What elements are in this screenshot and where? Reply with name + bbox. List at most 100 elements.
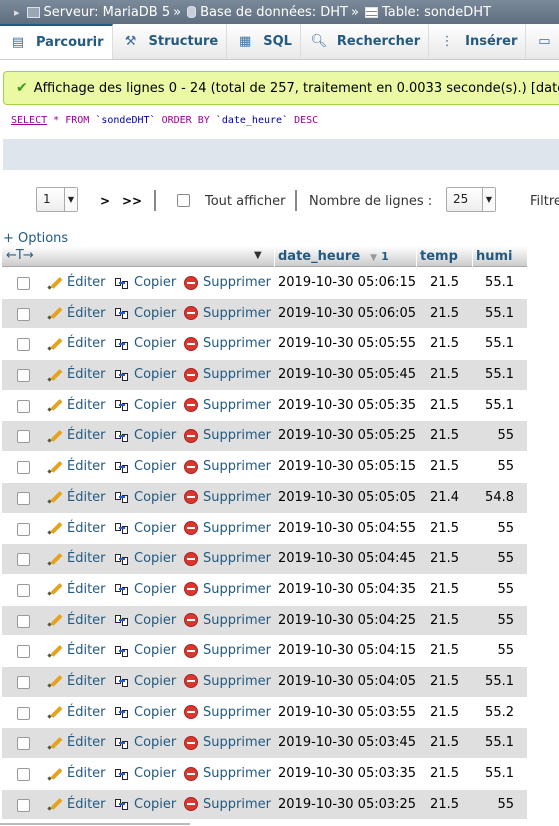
cell-humi[interactable]: 55 <box>475 428 514 443</box>
edit-button[interactable]: Éditer <box>47 459 106 474</box>
cell-date-heure[interactable]: 2019-10-30 05:05:25 <box>278 428 416 443</box>
table-row[interactable]: Éditer Copier Supprimer 2019-10-30 05:04:05… <box>2 666 527 698</box>
edit-button[interactable]: Éditer <box>47 275 106 290</box>
copy-button[interactable]: Copier <box>114 336 176 351</box>
table-row[interactable]: Éditer Copier Supprimer 2019-10-30 05:04:55… <box>2 513 527 545</box>
edit-button[interactable]: Éditer <box>47 551 106 566</box>
table-row[interactable]: Éditer Copier Supprimer 2019-10-30 05:05:25… <box>2 421 527 453</box>
delete-button[interactable]: Supprimer <box>184 766 271 781</box>
edit-button[interactable]: Éditer <box>47 613 106 628</box>
cell-date-heure[interactable]: 2019-10-30 05:05:05 <box>278 490 416 505</box>
cell-humi[interactable]: 55 <box>475 582 514 597</box>
cell-temp[interactable]: 21.5 <box>417 797 459 812</box>
table-row[interactable]: Éditer Copier Supprimer 2019-10-30 05:04:35… <box>2 574 527 606</box>
cell-temp[interactable]: 21.5 <box>417 306 459 321</box>
cell-date-heure[interactable]: 2019-10-30 05:04:15 <box>278 643 416 658</box>
delete-button[interactable]: Supprimer <box>184 367 271 382</box>
row-checkbox[interactable] <box>17 430 30 444</box>
cell-date-heure[interactable]: 2019-10-30 05:03:45 <box>278 735 416 750</box>
cell-humi[interactable]: 55.1 <box>475 735 514 750</box>
cell-humi[interactable]: 55.1 <box>475 367 514 382</box>
row-checkbox[interactable] <box>17 522 30 536</box>
delete-button[interactable]: Supprimer <box>184 275 271 290</box>
table-row[interactable]: Éditer Copier Supprimer 2019-10-30 05:05:15… <box>2 452 527 483</box>
edit-button[interactable]: Éditer <box>47 766 106 781</box>
cell-temp[interactable]: 21.5 <box>417 643 459 658</box>
cell-temp[interactable]: 21.4 <box>417 490 459 505</box>
sql-keyword-select[interactable]: SELECT <box>11 115 47 126</box>
cell-humi[interactable]: 55 <box>475 521 514 536</box>
cell-date-heure[interactable]: 2019-10-30 05:05:35 <box>278 398 416 413</box>
cell-date-heure[interactable]: 2019-10-30 05:03:35 <box>278 766 416 781</box>
tab-search[interactable]: 🔍︎ Rechercher <box>300 24 430 59</box>
edit-button[interactable]: Éditer <box>47 398 106 413</box>
copy-button[interactable]: Copier <box>114 705 176 720</box>
copy-button[interactable]: Copier <box>114 428 176 443</box>
table-row[interactable]: Éditer Copier Supprimer 2019-10-30 05:06:15… <box>2 268 527 299</box>
cell-date-heure[interactable]: 2019-10-30 05:04:05 <box>278 674 416 689</box>
cell-date-heure[interactable]: 2019-10-30 05:04:35 <box>278 582 416 597</box>
edit-button[interactable]: Éditer <box>47 735 106 750</box>
edit-button[interactable]: Éditer <box>47 582 106 597</box>
tab-browse[interactable]: ▤ Parcourir <box>0 24 113 59</box>
column-menu-arrow-icon[interactable]: ▼ <box>254 250 262 261</box>
column-header-date-heure[interactable]: date_heure ▼ 1 <box>278 246 389 267</box>
cell-humi[interactable]: 55.1 <box>475 336 514 351</box>
row-checkbox[interactable] <box>17 614 30 628</box>
cell-temp[interactable]: 21.5 <box>417 275 459 290</box>
edit-button[interactable]: Éditer <box>47 797 106 812</box>
cell-humi[interactable]: 55 <box>475 643 514 658</box>
delete-button[interactable]: Supprimer <box>184 674 271 689</box>
cell-date-heure[interactable]: 2019-10-30 05:05:15 <box>278 459 416 474</box>
cell-humi[interactable]: 55.1 <box>475 275 514 290</box>
copy-button[interactable]: Copier <box>114 735 176 750</box>
row-checkbox[interactable] <box>17 768 30 781</box>
copy-button[interactable]: Copier <box>114 613 176 628</box>
table-row[interactable]: Éditer Copier Supprimer 2019-10-30 05:04:25… <box>2 605 527 637</box>
table-row[interactable]: Éditer Copier Supprimer 2019-10-30 05:03:35… <box>2 759 527 790</box>
cell-temp[interactable]: 21.5 <box>417 551 459 566</box>
row-checkbox[interactable] <box>17 553 30 567</box>
edit-button[interactable]: Éditer <box>47 674 106 689</box>
table-row[interactable]: Éditer Copier Supprimer 2019-10-30 05:05:35… <box>2 390 527 422</box>
table-row[interactable]: Éditer Copier Supprimer 2019-10-30 05:05:55… <box>2 329 527 361</box>
delete-button[interactable]: Supprimer <box>184 398 271 413</box>
cell-humi[interactable]: 55 <box>475 797 514 812</box>
show-all-checkbox[interactable] <box>177 194 190 207</box>
copy-button[interactable]: Copier <box>114 459 176 474</box>
edit-button[interactable]: Éditer <box>47 367 106 382</box>
cell-date-heure[interactable]: 2019-10-30 05:04:55 <box>278 521 416 536</box>
row-checkbox[interactable] <box>17 798 30 812</box>
edit-button[interactable]: Éditer <box>47 306 106 321</box>
copy-button[interactable]: Copier <box>114 797 176 812</box>
delete-button[interactable]: Supprimer <box>184 705 271 720</box>
cell-date-heure[interactable]: 2019-10-30 05:06:15 <box>278 275 416 290</box>
options-link[interactable]: + Options <box>3 231 68 246</box>
cell-date-heure[interactable]: 2019-10-30 05:03:25 <box>278 797 416 812</box>
cell-temp[interactable]: 21.5 <box>417 674 459 689</box>
row-checkbox[interactable] <box>17 277 30 290</box>
delete-button[interactable]: Supprimer <box>184 336 271 351</box>
copy-button[interactable]: Copier <box>114 674 176 689</box>
last-page-button[interactable]: >> <box>122 194 142 208</box>
breadcrumb-server[interactable]: Serveur: MariaDB 5 <box>44 5 171 20</box>
table-row[interactable]: Éditer Copier Supprimer 2019-10-30 05:05:45… <box>2 360 527 391</box>
cell-temp[interactable]: 21.5 <box>417 735 459 750</box>
cell-temp[interactable]: 21.5 <box>417 705 459 720</box>
column-header-temp[interactable]: temp <box>420 246 458 267</box>
copy-button[interactable]: Copier <box>114 643 176 658</box>
row-checkbox[interactable] <box>17 307 30 321</box>
edit-button[interactable]: Éditer <box>47 428 106 443</box>
tab-sql[interactable]: ▦ SQL <box>227 24 301 59</box>
cell-temp[interactable]: 21.5 <box>417 367 459 382</box>
column-header-humi[interactable]: humi <box>476 246 513 267</box>
edit-button[interactable]: Éditer <box>47 705 106 720</box>
scrollbar[interactable] <box>0 823 190 825</box>
delete-button[interactable]: Supprimer <box>184 551 271 566</box>
table-row[interactable]: Éditer Copier Supprimer 2019-10-30 05:03:45… <box>2 728 527 759</box>
table-row[interactable]: Éditer Copier Supprimer 2019-10-30 05:04:45… <box>2 544 527 575</box>
edit-button[interactable]: Éditer <box>47 490 106 505</box>
cell-humi[interactable]: 55 <box>475 459 514 474</box>
cell-humi[interactable]: 54.8 <box>475 490 514 505</box>
breadcrumb-table[interactable]: Table: sondeDHT <box>382 5 491 20</box>
